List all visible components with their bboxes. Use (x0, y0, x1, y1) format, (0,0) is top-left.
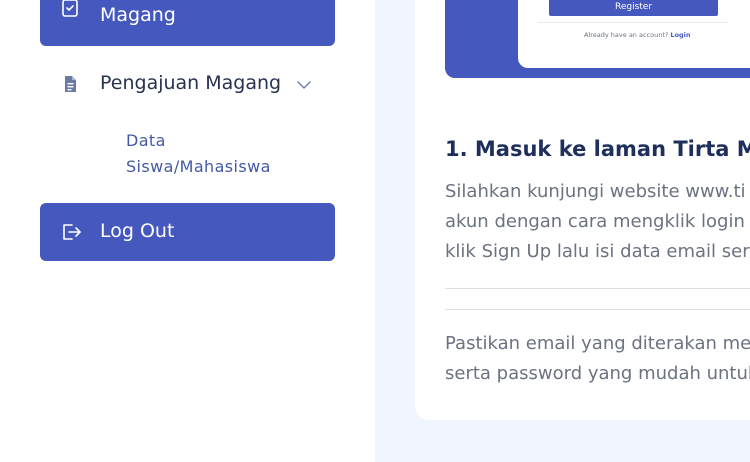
register-button-label: Register (614, 2, 653, 12)
account-text: Already have an account? (584, 31, 669, 39)
account-prompt: Already have an account? Login (584, 31, 691, 39)
divider (445, 309, 750, 310)
sidebar-item-label: Pengajuan Magang (100, 72, 282, 94)
note-description: Pastikan email yang diterakan mer serta … (445, 329, 750, 389)
sidebar-item-label: Magang (100, 4, 176, 26)
step-description: Silahkan kunjungi website www.ti akun de… (445, 177, 750, 267)
paragraph-line: serta password yang mudah untuk (445, 363, 750, 384)
divider (538, 22, 728, 23)
sidebar-item-magang[interactable]: Magang (40, 0, 335, 46)
login-link: Login (670, 31, 691, 39)
paragraph-line: akun dengan cara mengklik login p (445, 211, 750, 232)
guide-card: Register Already have an account? Login … (415, 0, 750, 420)
paragraph-line: Silahkan kunjungi website www.ti (445, 181, 746, 202)
logout-button[interactable]: Log Out (40, 203, 335, 261)
step-title: 1. Masuk ke laman Tirta Mu (445, 137, 750, 161)
register-button: Register (549, 0, 718, 16)
paragraph-line: klik Sign Up lalu isi data email ser (445, 241, 750, 262)
sidebar-subitem-data-siswa[interactable]: Data Siswa/Mahasiswa (126, 128, 326, 180)
sidebar-subitem-label: Siswa/Mahasiswa (126, 157, 271, 176)
paragraph-line: Pastikan email yang diterakan mer (445, 333, 750, 354)
document-icon (60, 74, 80, 94)
register-screenshot: Register Already have an account? Login (445, 0, 750, 78)
logout-icon (60, 222, 82, 242)
chevron-down-icon[interactable] (296, 76, 312, 89)
main-content: Register Already have an account? Login … (375, 0, 750, 462)
register-form-preview: Register Already have an account? Login (518, 0, 750, 68)
divider (445, 288, 750, 289)
sidebar-subitem-label: Data (126, 131, 166, 150)
clipboard-check-icon (60, 0, 80, 18)
logout-label: Log Out (100, 220, 175, 242)
sidebar: Magang Pengajuan Magang Data Siswa/Mahas… (0, 0, 375, 462)
sidebar-item-pengajuan-magang[interactable]: Pengajuan Magang (40, 58, 335, 110)
